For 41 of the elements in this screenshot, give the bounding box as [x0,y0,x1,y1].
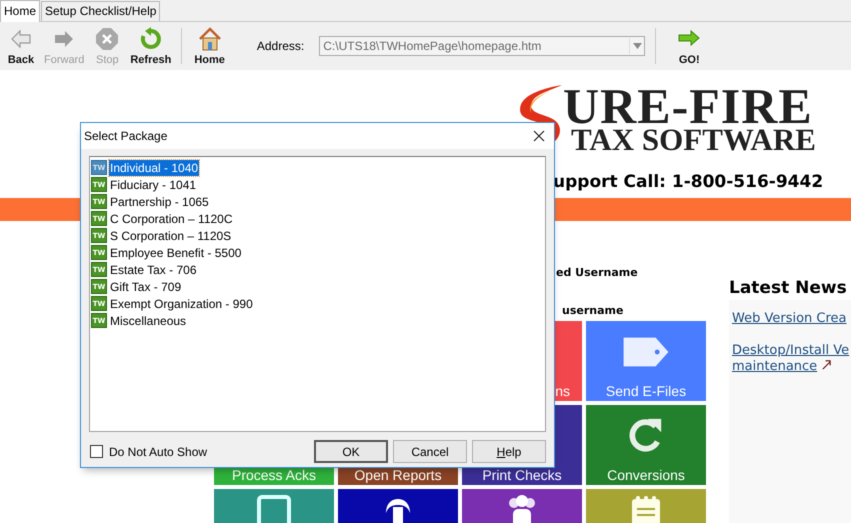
toolbar-button[interactable]: Back [2,26,40,66]
package-item[interactable]: S Corporation – 1120S [109,228,232,244]
stop-icon [95,26,120,50]
external-link-icon [821,359,832,370]
house-icon [198,26,222,50]
address-field[interactable]: C:\UTS18\TWHomePage\homepage.htm [319,36,646,56]
tab[interactable]: Home [0,0,40,22]
dialog-button[interactable]: Cancel [393,440,467,463]
package-item[interactable]: Exempt Organization - 990 [109,296,254,312]
news-link[interactable]: Web Version Crea [732,311,851,327]
dropdown-caret-icon[interactable] [629,38,644,54]
tile-button[interactable]: Conversions [586,405,706,485]
dialog-button[interactable]: Help [472,440,546,463]
logo-subtitle: TAX SOFTWARE [571,127,816,153]
address-label: Address: [256,39,304,53]
login-text: username [562,304,624,317]
package-item[interactable]: Gift Tax - 709 [109,278,182,294]
package-item[interactable]: Fiduciary - 1041 [109,176,198,192]
dialog-button[interactable]: OK [314,440,388,463]
tab[interactable]: Setup Checklist/Help [41,1,160,21]
refresh-icon [138,26,163,50]
support-phone-text: upport Call: 1-800-516-9442 [553,172,824,192]
package-item[interactable]: Partnership - 1065 [109,194,210,210]
tile-button[interactable]: Send E-Files [586,321,706,401]
close-icon[interactable] [533,130,545,142]
package-item[interactable]: Estate Tax - 706 [109,262,198,278]
dialog-title: Select Package [84,129,168,143]
news-link[interactable]: Desktop/Install Ve maintenance [732,343,851,375]
package-item[interactable]: Individual - 1040 [109,160,200,176]
toolbar-button[interactable]: Refresh [126,26,176,66]
news-heading: Latest News [729,278,848,298]
toolbar-button[interactable]: Home [190,26,229,66]
checkbox[interactable] [90,445,103,458]
package-item[interactable]: Miscellaneous [109,312,188,328]
login-text: ed Username [556,266,639,279]
checkbox-label: Do Not Auto Show [109,444,208,458]
logo-text: URE-FIRE [563,85,813,127]
package-item[interactable]: Employee Benefit - 5500 [109,244,242,260]
package-item[interactable]: C Corporation – 1120C [109,210,234,226]
go-button[interactable]: GO! [670,26,708,66]
screen-icon [254,493,294,523]
